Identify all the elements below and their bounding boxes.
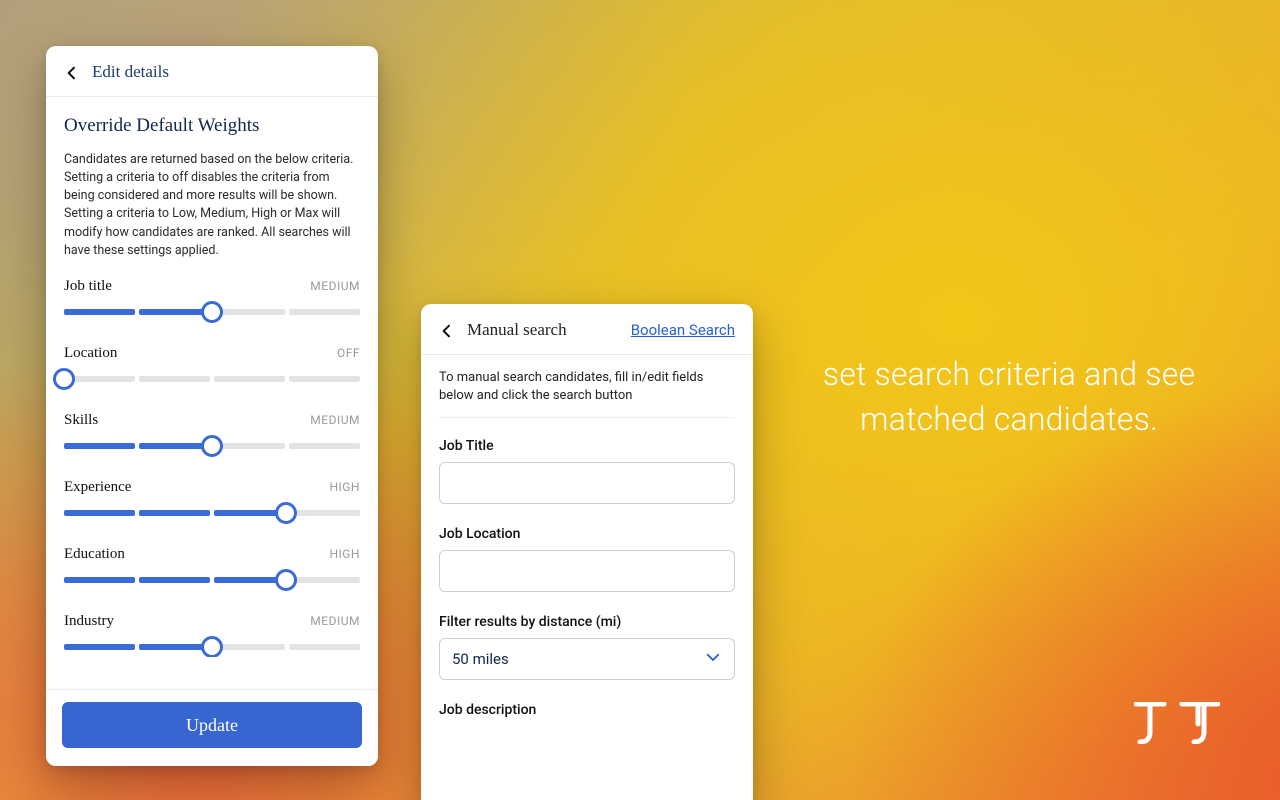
criteria-level: HIGH [329,547,360,561]
panel-title: Edit details [92,62,169,82]
chevron-down-icon [704,648,722,670]
criteria-label: Job title [64,278,112,295]
brand-logo [1134,702,1220,744]
panel-title: Manual search [467,320,567,340]
criteria-item: Location OFF [64,345,360,390]
criteria-level: MEDIUM [310,279,360,293]
criteria-level: HIGH [329,480,360,494]
panel-header: Manual search Boolean Search [421,304,753,355]
slider-thumb[interactable] [201,301,223,323]
distance-select[interactable]: 50 miles [439,638,735,680]
back-icon[interactable] [439,323,453,337]
criteria-label: Location [64,345,117,362]
criteria-label: Education [64,546,125,563]
weight-slider[interactable] [64,569,360,591]
criteria-item: Education HIGH [64,546,360,591]
criteria-level: OFF [337,346,360,360]
update-button[interactable]: Update [62,702,362,748]
criteria-label: Experience [64,479,131,496]
criteria-item: Job title MEDIUM [64,278,360,323]
weight-slider[interactable] [64,636,360,657]
marketing-headline: set search criteria and see matched cand… [794,352,1224,442]
edit-details-panel: Edit details Override Default Weights Ca… [46,46,378,766]
slider-thumb[interactable] [53,368,75,390]
slider-thumb[interactable] [275,502,297,524]
section-description: Candidates are returned based on the bel… [64,151,360,260]
search-instructions: To manual search candidates, fill in/edi… [439,369,735,418]
criteria-label: Skills [64,412,98,429]
weight-slider[interactable] [64,368,360,390]
job-location-input[interactable] [439,550,735,592]
distance-label: Filter results by distance (mi) [439,614,735,630]
section-heading: Override Default Weights [64,115,360,137]
criteria-item: Industry MEDIUM [64,613,360,657]
criteria-item: Skills MEDIUM [64,412,360,457]
back-icon[interactable] [64,65,78,79]
slider-thumb[interactable] [201,636,223,657]
job-title-label: Job Title [439,438,735,454]
job-description-label: Job description [439,702,735,718]
slider-thumb[interactable] [275,569,297,591]
slider-thumb[interactable] [201,435,223,457]
weight-slider[interactable] [64,301,360,323]
criteria-label: Industry [64,613,114,630]
job-title-input[interactable] [439,462,735,504]
criteria-level: MEDIUM [310,413,360,427]
distance-value: 50 miles [452,650,509,668]
panel-header: Edit details [46,46,378,97]
criteria-level: MEDIUM [310,614,360,628]
criteria-item: Experience HIGH [64,479,360,524]
manual-search-panel: Manual search Boolean Search To manual s… [421,304,753,800]
weight-slider[interactable] [64,435,360,457]
job-location-label: Job Location [439,526,735,542]
boolean-search-link[interactable]: Boolean Search [631,321,735,339]
weight-slider[interactable] [64,502,360,524]
